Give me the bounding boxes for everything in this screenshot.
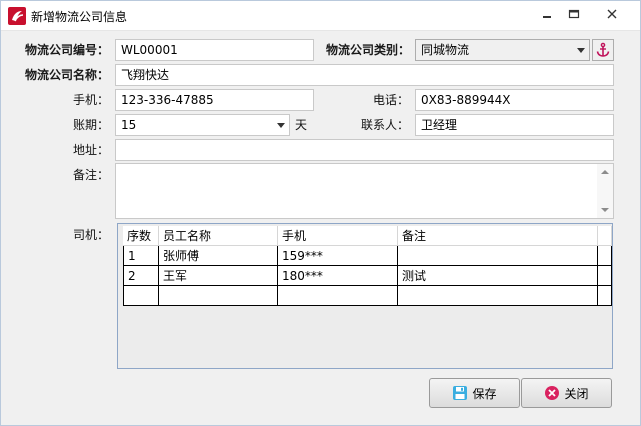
payment-term-value: 15 (121, 118, 137, 132)
address-label: 地址： (73, 143, 110, 157)
driver-label: 司机： (73, 228, 110, 242)
cell-remark[interactable] (398, 246, 598, 266)
cell-spacer (598, 246, 612, 266)
close-circle-icon (545, 386, 560, 400)
cell-remark[interactable] (398, 286, 598, 306)
contact-input[interactable]: 卫经理 (415, 114, 614, 136)
address-input[interactable] (115, 139, 614, 161)
payment-term-label: 账期： (73, 118, 110, 132)
cell-remark[interactable]: 测试 (398, 266, 598, 286)
company-code-label: 物流公司编号： (25, 43, 110, 57)
column-header-mobile[interactable]: 手机 (278, 226, 398, 246)
chevron-down-icon (577, 48, 585, 53)
cell-mobile[interactable] (278, 286, 398, 306)
payment-term-unit: 天 (295, 118, 308, 132)
title-bar: 新增物流公司信息 (1, 1, 640, 31)
column-header-remark[interactable]: 备注 (398, 226, 598, 246)
dialog-window: 新增物流公司信息 物流公司编号： WL00001 物流公司类别： 同城物流 物流… (0, 0, 641, 426)
company-code-input[interactable]: WL00001 (115, 39, 314, 61)
app-logo-icon (8, 7, 26, 25)
phone-input[interactable]: 0X83-889944X (415, 89, 614, 111)
cell-index[interactable]: 2 (123, 266, 159, 286)
mobile-input[interactable]: 123-336-47885 (115, 89, 314, 111)
column-header-spacer (598, 226, 612, 246)
close-button[interactable]: 关闭 (521, 378, 612, 408)
maximize-icon (568, 9, 580, 19)
contact-label: 联系人： (361, 118, 410, 132)
save-button-label: 保存 (472, 386, 497, 401)
scroll-down-icon[interactable] (601, 208, 609, 212)
cell-name[interactable] (159, 286, 278, 306)
remark-scrollbar[interactable] (597, 164, 613, 218)
window-title: 新增物流公司信息 (31, 10, 128, 24)
remark-textarea[interactable] (115, 163, 614, 219)
cell-index[interactable] (123, 286, 159, 306)
anchor-icon (596, 42, 610, 57)
driver-grid[interactable]: 序数 员工名称 手机 备注 1 张师傅 159*** 2 王军 180*** 测… (117, 223, 613, 369)
cell-name[interactable]: 王军 (159, 266, 278, 286)
category-pick-button[interactable] (592, 39, 614, 61)
minimize-button[interactable] (534, 3, 560, 25)
phone-label: 电话： (373, 93, 410, 107)
cell-index[interactable]: 1 (123, 246, 159, 266)
company-name-label: 物流公司名称： (25, 68, 110, 82)
cell-spacer (598, 286, 612, 306)
cell-name[interactable]: 张师傅 (159, 246, 278, 266)
save-button[interactable]: 保存 (429, 378, 520, 408)
close-icon (607, 9, 617, 19)
cell-mobile[interactable]: 180*** (278, 266, 398, 286)
cell-mobile[interactable]: 159*** (278, 246, 398, 266)
company-name-input[interactable]: 飞翔快达 (115, 64, 614, 86)
column-header-name[interactable]: 员工名称 (159, 226, 278, 246)
remark-label: 备注： (73, 168, 110, 182)
floppy-disk-icon (453, 386, 468, 400)
chevron-down-icon (277, 123, 285, 128)
payment-term-select[interactable]: 15 (115, 114, 290, 136)
close-button-label: 关闭 (564, 386, 589, 401)
company-category-value: 同城物流 (421, 43, 470, 57)
minimize-icon (543, 16, 551, 18)
close-window-button[interactable] (592, 3, 632, 25)
maximize-button[interactable] (561, 3, 587, 25)
scroll-up-icon[interactable] (601, 170, 609, 174)
company-category-select[interactable]: 同城物流 (415, 39, 590, 61)
cell-spacer (598, 266, 612, 286)
column-header-index[interactable]: 序数 (123, 226, 159, 246)
mobile-label: 手机： (73, 93, 110, 107)
company-category-label: 物流公司类别： (326, 43, 411, 57)
